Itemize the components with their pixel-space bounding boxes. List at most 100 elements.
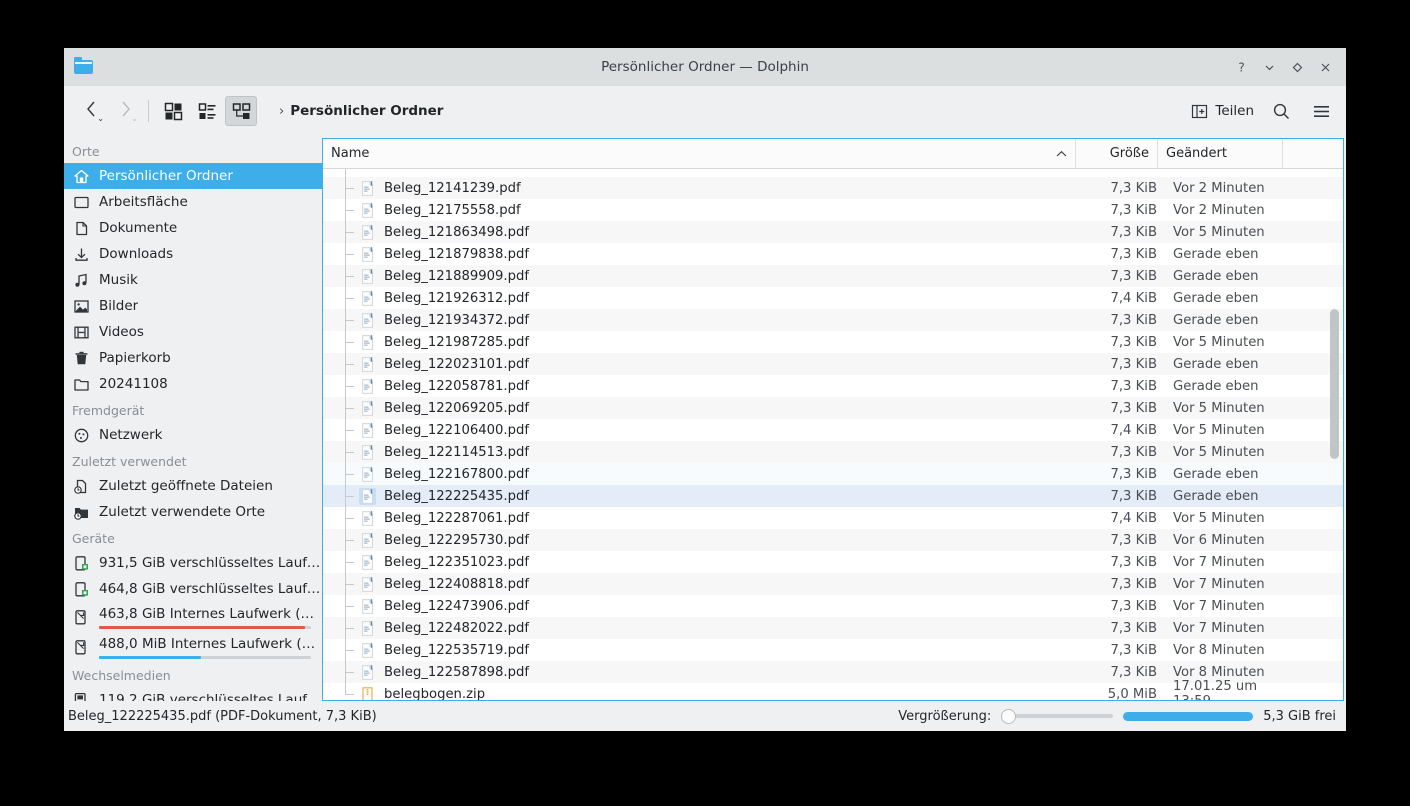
sidebar-item[interactable]: Persönlicher Ordner [64, 163, 322, 189]
sidebar-item[interactable]: Musik [64, 267, 322, 293]
table-row[interactable]: Beleg_121987285.pdf7,3 KiBVor 5 Minuten [323, 331, 1343, 353]
cell-name[interactable]: Beleg_121934372.pdf [323, 309, 1083, 331]
cell-name[interactable]: Beleg_121926312.pdf [323, 287, 1083, 309]
sidebar-item[interactable]: Zuletzt verwendete Orte [64, 499, 322, 525]
table-row[interactable]: Beleg_12141239.pdf7,3 KiBVor 2 Minuten [323, 177, 1343, 199]
table-row[interactable]: Beleg_122106400.pdf7,4 KiBVor 5 Minuten [323, 419, 1343, 441]
table-row[interactable]: Beleg_122114513.pdf7,3 KiBVor 5 Minuten [323, 441, 1343, 463]
cell-size: 5,0 MiB [1083, 687, 1165, 701]
cell-name[interactable]: Beleg_122287061.pdf [323, 507, 1083, 529]
sidebar-group-title: Orte [64, 138, 322, 163]
cell-name[interactable]: Beleg_122058781.pdf [323, 375, 1083, 397]
pdf-icon [359, 268, 376, 285]
back-dropdown-icon[interactable]: ⌄ [97, 115, 104, 123]
cell-size: 7,3 KiB [1083, 621, 1165, 636]
table-row[interactable]: Beleg_122225435.pdf7,3 KiBGerade eben [323, 485, 1343, 507]
table-row[interactable]: Beleg_121889909.pdf7,3 KiBGerade eben [323, 265, 1343, 287]
table-row[interactable]: Beleg_122473906.pdf7,3 KiBVor 7 Minuten [323, 595, 1343, 617]
table-row[interactable]: Beleg_122535719.pdf7,3 KiBVor 8 Minuten [323, 639, 1343, 661]
table-row[interactable]: Beleg_122167800.pdf7,3 KiBGerade eben [323, 463, 1343, 485]
cell-name[interactable]: Beleg_122023101.pdf [323, 353, 1083, 375]
forward-button[interactable]: ⌄ [108, 96, 142, 126]
pdf-icon [359, 466, 376, 483]
sidebar-item[interactable]: Downloads [64, 241, 322, 267]
pdf-icon [359, 664, 376, 681]
cell-name[interactable]: Beleg_12141239.pdf [323, 177, 1083, 199]
close-icon[interactable] [1312, 54, 1338, 80]
cell-name[interactable]: Beleg_121879838.pdf [323, 243, 1083, 265]
table-row[interactable]: Beleg_122351023.pdf7,3 KiBVor 7 Minuten [323, 551, 1343, 573]
tree-branch-line [323, 485, 359, 507]
zoom-slider-handle[interactable] [1001, 709, 1016, 724]
menu-button[interactable] [1308, 98, 1334, 124]
table-row[interactable]: Beleg_121879838.pdf7,3 KiBGerade eben [323, 243, 1343, 265]
table-row[interactable]: Beleg_121934372.pdf7,3 KiBGerade eben [323, 309, 1343, 331]
cell-name[interactable]: Beleg_121987285.pdf [323, 331, 1083, 353]
table-row[interactable]: Beleg_122069205.pdf7,3 KiBVor 5 Minuten [323, 397, 1343, 419]
sidebar-item[interactable]: 488,0 MiB Internes Laufwerk (nv... [64, 632, 322, 662]
vertical-scrollbar[interactable] [1330, 309, 1339, 459]
view-details-button[interactable] [225, 96, 257, 126]
table-row[interactable]: Beleg_122408818.pdf7,3 KiBVor 7 Minuten [323, 573, 1343, 595]
table-row-partial[interactable] [323, 169, 1343, 177]
table-row[interactable]: Beleg_122023101.pdf7,3 KiBGerade eben [323, 353, 1343, 375]
sidebar-item[interactable]: 464,8 GiB verschlüsseltes Laufwerk [64, 576, 322, 602]
cell-name[interactable]: belegbogen.zip [323, 683, 1083, 700]
view-compact-button[interactable] [191, 96, 223, 126]
cell-name[interactable]: Beleg_122535719.pdf [323, 639, 1083, 661]
sidebar-item[interactable]: 119,2 GiB verschlüsseltes Laufwerk [64, 687, 322, 701]
cell-name[interactable]: Beleg_122408818.pdf [323, 573, 1083, 595]
sidebar-item[interactable]: Videos [64, 319, 322, 345]
navigation-group: ⌄ ⌄ [74, 96, 142, 126]
cell-name[interactable]: Beleg_121863498.pdf [323, 221, 1083, 243]
sidebar-item[interactable]: Bilder [64, 293, 322, 319]
cell-name[interactable]: Beleg_12175558.pdf [323, 199, 1083, 221]
cell-name[interactable]: Beleg_122106400.pdf [323, 419, 1083, 441]
sidebar-item[interactable]: 931,5 GiB verschlüsseltes Laufwerk [64, 550, 322, 576]
back-button[interactable]: ⌄ [74, 96, 108, 126]
table-row[interactable]: Beleg_122058781.pdf7,3 KiBGerade eben [323, 375, 1343, 397]
search-button[interactable] [1268, 98, 1294, 124]
cell-name[interactable]: Beleg_122482022.pdf [323, 617, 1083, 639]
column-header-modified[interactable]: Geändert [1158, 139, 1283, 168]
table-row[interactable]: Beleg_122287061.pdf7,4 KiBVor 5 Minuten [323, 507, 1343, 529]
table-row[interactable]: Beleg_121926312.pdf7,4 KiBGerade eben [323, 287, 1343, 309]
cell-name[interactable]: Beleg_122295730.pdf [323, 529, 1083, 551]
help-icon[interactable]: ? [1228, 54, 1254, 80]
table-row[interactable]: Beleg_122482022.pdf7,3 KiBVor 7 Minuten [323, 617, 1343, 639]
cell-name[interactable]: Beleg_122351023.pdf [323, 551, 1083, 573]
view-icons-button[interactable] [157, 96, 189, 126]
sidebar-item[interactable]: Dokumente [64, 215, 322, 241]
cell-name[interactable]: Beleg_122167800.pdf [323, 463, 1083, 485]
table-row[interactable]: Beleg_12175558.pdf7,3 KiBVor 2 Minuten [323, 199, 1343, 221]
cell-size: 7,3 KiB [1083, 269, 1165, 284]
cell-name[interactable]: Beleg_122069205.pdf [323, 397, 1083, 419]
pdf-icon [359, 400, 376, 417]
sidebar-item[interactable]: Papierkorb [64, 345, 322, 371]
sidebar-item[interactable]: Netzwerk [64, 422, 322, 448]
column-header-name[interactable]: Name [323, 139, 1076, 168]
breadcrumb-current[interactable]: Persönlicher Ordner [290, 103, 443, 119]
cell-name[interactable]: Beleg_122114513.pdf [323, 441, 1083, 463]
sidebar-item[interactable]: 20241108 [64, 371, 322, 397]
sidebar-group-title: Fremdgerät [64, 397, 322, 422]
breadcrumb[interactable]: › Persönlicher Ordner [279, 96, 1191, 126]
maximize-icon[interactable] [1284, 54, 1310, 80]
cell-name[interactable]: Beleg_122473906.pdf [323, 595, 1083, 617]
column-header-size[interactable]: Größe [1076, 139, 1158, 168]
sidebar-item[interactable]: Arbeitsfläche [64, 189, 322, 215]
cell-name[interactable]: Beleg_121889909.pdf [323, 265, 1083, 287]
share-button[interactable]: Teilen [1191, 103, 1254, 120]
cell-name[interactable]: Beleg_122225435.pdf [323, 485, 1083, 507]
zoom-slider[interactable] [1001, 708, 1113, 724]
table-row[interactable]: Beleg_122295730.pdf7,3 KiBVor 6 Minuten [323, 529, 1343, 551]
encrypted-drive-icon [72, 580, 90, 598]
table-row[interactable]: Beleg_121863498.pdf7,3 KiBVor 5 Minuten [323, 221, 1343, 243]
sidebar-item[interactable]: Zuletzt geöffnete Dateien [64, 473, 322, 499]
sidebar-item[interactable]: 463,8 GiB Internes Laufwerk (dm-1) [64, 602, 322, 632]
cell-name[interactable]: Beleg_122587898.pdf [323, 661, 1083, 683]
cell-modified: Vor 5 Minuten [1165, 445, 1295, 460]
minimize-icon[interactable] [1256, 54, 1282, 80]
table-row[interactable]: belegbogen.zip5,0 MiB17.01.25 um 13:59 [323, 683, 1343, 700]
forward-dropdown-icon[interactable]: ⌄ [131, 115, 138, 123]
